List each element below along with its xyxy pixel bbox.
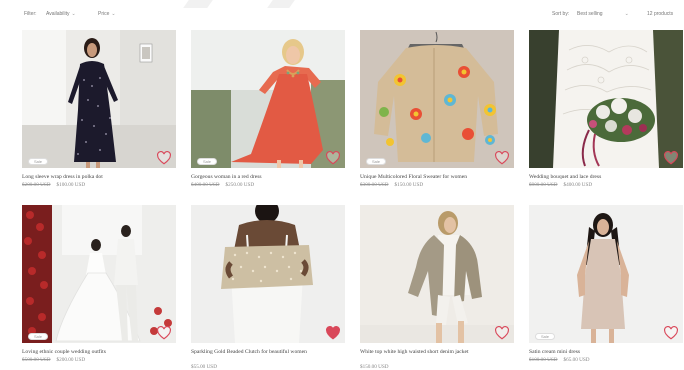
watermark-stripe	[267, 0, 295, 8]
wishlist-heart-filled-icon[interactable]	[325, 326, 341, 340]
product-image[interactable]	[360, 205, 514, 343]
product-prices: $200.00 USD $100.00 USD	[22, 182, 85, 189]
wishlist-heart-outline-icon[interactable]	[494, 326, 510, 340]
sale-price: $100.00 USD	[56, 182, 86, 188]
sort-select[interactable]: Best selling ⌄	[577, 11, 629, 18]
product-prices: $400.00 USD $250.00 USD	[191, 182, 254, 189]
product-title[interactable]: Unique Multicolored Floral Sweater for w…	[360, 174, 514, 181]
watermark-stripe	[183, 0, 213, 8]
sale-badge: Sale	[366, 158, 387, 165]
sort-value: Best selling	[577, 11, 603, 17]
compare-at-price: $500.00 USD	[22, 357, 51, 363]
sale-price: $200.00 USD	[56, 357, 86, 363]
product-title[interactable]: Loving ethnic couple wedding outfits	[22, 349, 176, 356]
price-label: Price	[98, 11, 110, 17]
product-photo-wedding-bouquet	[529, 30, 683, 168]
availability-label: Availability	[46, 11, 70, 17]
product-title[interactable]: Wedding bouquet and lace dress	[529, 174, 683, 181]
product-prices: $150.00 USD	[360, 364, 389, 370]
chevron-down-icon: ⌄	[624, 11, 629, 17]
product-prices: $55.00 USD	[191, 364, 217, 370]
sale-badge: Sale	[28, 158, 49, 165]
product-photo-polka-dress	[22, 30, 176, 168]
compare-at-price: $400.00 USD	[191, 182, 220, 188]
product-title[interactable]: Gorgeous woman in a red dress	[191, 174, 345, 181]
product-image[interactable]	[22, 30, 176, 168]
product-image[interactable]	[191, 30, 345, 168]
compare-at-price: $900.00 USD	[529, 182, 558, 188]
product-prices: $500.00 USD $200.00 USD	[22, 357, 85, 364]
product-title[interactable]: Sparkling Gold Beaded Clutch for beautif…	[191, 349, 345, 356]
product-title[interactable]: White top white high waisted short denim…	[360, 349, 514, 356]
compare-at-price: $100.00 USD	[529, 357, 558, 363]
product-photo-wedding-couple	[22, 205, 176, 343]
wishlist-heart-outline-icon[interactable]	[663, 326, 679, 340]
wishlist-heart-outline-icon[interactable]	[494, 151, 510, 165]
wishlist-heart-outline-icon[interactable]	[156, 151, 172, 165]
product-count: 12 products	[647, 11, 674, 17]
product-image[interactable]	[529, 30, 683, 168]
sale-price: $150.00 USD	[394, 182, 424, 188]
price-filter-dropdown[interactable]: Price ⌄	[98, 11, 116, 18]
sale-badge: Sale	[28, 333, 49, 340]
sale-badge: Sale	[197, 158, 218, 165]
product-photo-red-dress	[191, 30, 345, 168]
product-prices: $100.00 USD $65.00 USD	[529, 357, 590, 364]
collection-toolbar: Filter: Availability ⌄ Price ⌄ Sort by: Be…	[0, 0, 684, 30]
wishlist-heart-outline-icon[interactable]	[663, 151, 679, 165]
product-image[interactable]	[529, 205, 683, 343]
sale-price: $250.00 USD	[225, 182, 255, 188]
product-title[interactable]: Satin cream mini dress	[529, 349, 683, 356]
sale-price: $400.00 USD	[563, 182, 593, 188]
product-photo-satin-dress	[529, 205, 683, 343]
sale-price: $65.00 USD	[563, 357, 590, 363]
product-photo-floral-sweater	[360, 30, 514, 168]
chevron-down-icon: ⌄	[71, 11, 76, 17]
product-image[interactable]	[22, 205, 176, 343]
sale-price: $150.00 USD	[360, 364, 389, 370]
wishlist-heart-outline-icon[interactable]	[325, 151, 341, 165]
product-image[interactable]	[191, 205, 345, 343]
filter-label: Filter:	[24, 11, 37, 17]
product-prices: $300.00 USD $150.00 USD	[360, 182, 423, 189]
product-photo-beaded-clutch	[191, 205, 345, 343]
compare-at-price: $200.00 USD	[22, 182, 51, 188]
compare-at-price: $300.00 USD	[360, 182, 389, 188]
wishlist-heart-outline-icon[interactable]	[156, 326, 172, 340]
product-title[interactable]: Long sleeve wrap dress in polka dot	[22, 174, 176, 181]
availability-filter-dropdown[interactable]: Availability ⌄	[46, 11, 76, 18]
product-photo-denim-jacket	[360, 205, 514, 343]
sort-label: Sort by:	[552, 11, 570, 17]
sale-price: $55.00 USD	[191, 364, 217, 370]
chevron-down-icon: ⌄	[111, 11, 116, 17]
sale-badge: Sale	[535, 333, 556, 340]
product-image[interactable]	[360, 30, 514, 168]
product-prices: $900.00 USD $400.00 USD	[529, 182, 592, 189]
